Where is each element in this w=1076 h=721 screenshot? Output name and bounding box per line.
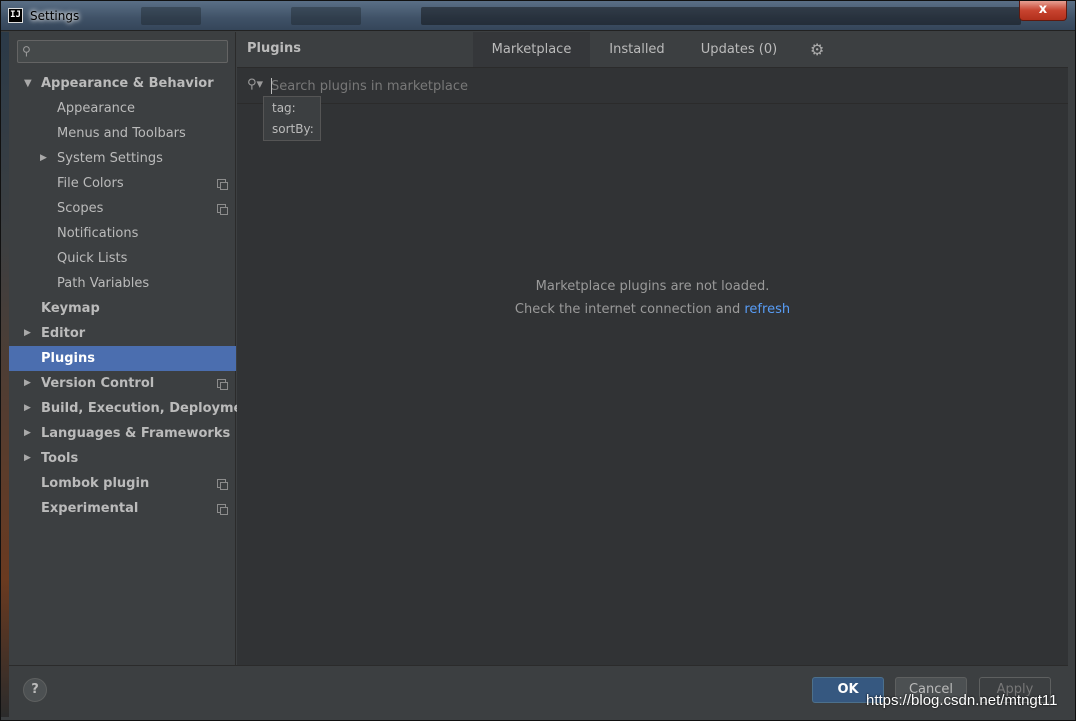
sidebar-item-file-colors[interactable]: File Colors — [9, 171, 236, 196]
not-loaded-message: Marketplace plugins are not loaded. — [535, 279, 770, 294]
project-scope-icon — [217, 204, 228, 215]
sidebar-item-editor[interactable]: ▶ Editor — [9, 321, 236, 346]
gear-icon[interactable]: ⚙ — [810, 40, 824, 59]
suggestion-tag[interactable]: tag: — [272, 101, 296, 115]
sidebar-item-experimental[interactable]: Experimental — [9, 496, 236, 521]
sidebar-item-tools[interactable]: ▶ Tools — [9, 446, 236, 471]
watermark-text: https://blog.csdn.net/mtngt11 — [866, 692, 1058, 709]
sidebar-item-notifications[interactable]: Notifications — [9, 221, 236, 246]
sidebar-item-label: File Colors — [57, 176, 124, 191]
sidebar-item-label: Experimental — [41, 501, 139, 516]
sidebar-item-quick-lists[interactable]: Quick Lists — [9, 246, 236, 271]
sidebar-item-label: Keymap — [41, 301, 100, 316]
sidebar-item-label: Quick Lists — [57, 251, 128, 266]
help-button[interactable]: ? — [23, 678, 47, 702]
sidebar-item-plugins[interactable]: Plugins — [9, 346, 236, 371]
chevron-right-icon[interactable]: ▶ — [40, 146, 47, 171]
project-scope-icon — [217, 504, 228, 515]
plugins-panel: Plugins Marketplace Installed Updates (0… — [237, 32, 1068, 665]
refresh-link[interactable]: refresh — [744, 302, 790, 317]
connection-message-text: Check the internet connection and — [514, 302, 745, 317]
chevron-right-icon[interactable]: ▶ — [24, 421, 31, 446]
sidebar-item-version-control[interactable]: ▶ Version Control — [9, 371, 236, 396]
sidebar-item-system-settings[interactable]: ▶ System Settings — [9, 146, 236, 171]
sidebar-item-label: Path Variables — [57, 276, 150, 291]
chevron-down-icon[interactable]: ▼ — [24, 71, 32, 96]
suggestion-sortby[interactable]: sortBy: — [272, 122, 314, 136]
page-title: Plugins — [247, 41, 301, 56]
sidebar-item-label: Appearance & Behavior — [41, 76, 214, 91]
window-edge — [1, 32, 9, 717]
window-title: Settings — [30, 9, 80, 23]
sidebar-item-appearance-behavior[interactable]: ▼ Appearance & Behavior — [9, 71, 236, 96]
tab-updates[interactable]: Updates (0) — [695, 32, 783, 67]
window-close-button[interactable]: x — [1019, 1, 1067, 21]
tab-marketplace[interactable]: Marketplace — [473, 32, 590, 67]
sidebar-item-lombok-plugin[interactable]: Lombok plugin — [9, 471, 236, 496]
sidebar-item-appearance[interactable]: Appearance — [9, 96, 236, 121]
chevron-right-icon[interactable]: ▶ — [24, 446, 31, 471]
background-decoration — [291, 7, 361, 25]
dialog-footer: ? OK Cancel Apply — [9, 665, 1068, 717]
sidebar-item-label: Editor — [41, 326, 86, 341]
sidebar-item-label: Scopes — [57, 201, 104, 216]
search-icon: ⚲ — [22, 44, 31, 58]
title-bar[interactable]: IJ Settings x — [1, 1, 1075, 31]
intellij-app-icon: IJ — [8, 8, 23, 23]
settings-sidebar: ⚲ ▼ Appearance & Behavior Appearance Menus … — [9, 32, 258, 665]
project-scope-icon — [217, 379, 228, 390]
sidebar-item-build-execution-deployment[interactable]: ▶ Build, Execution, Deployment — [9, 396, 258, 421]
settings-search-input[interactable]: ⚲ — [17, 40, 228, 63]
plugins-header: Plugins Marketplace Installed Updates (0… — [237, 32, 1068, 68]
sidebar-item-label: Build, Execution, Deployment — [41, 401, 258, 416]
background-decoration — [421, 7, 1021, 25]
sidebar-item-label: Languages & Frameworks — [41, 426, 231, 441]
sidebar-item-languages-frameworks[interactable]: ▶ Languages & Frameworks — [9, 421, 236, 446]
settings-window: IJ Settings x ⚲ ▼ Appearance & Behavior Ap… — [0, 0, 1076, 721]
project-scope-icon — [217, 479, 228, 490]
sidebar-item-label: Notifications — [57, 226, 139, 241]
sidebar-item-label: Menus and Toolbars — [57, 126, 186, 141]
connection-message: Check the internet connection and refres… — [237, 302, 1068, 317]
background-decoration — [141, 7, 201, 25]
plugin-search-bar: ⚲▾ — [237, 69, 1068, 104]
chevron-right-icon[interactable]: ▶ — [24, 321, 31, 346]
sidebar-item-label: Version Control — [41, 376, 155, 391]
text-caret — [271, 78, 272, 94]
sidebar-item-label: Appearance — [57, 101, 136, 116]
sidebar-item-label: System Settings — [57, 151, 163, 166]
sidebar-item-menus-and-toolbars[interactable]: Menus and Toolbars — [9, 121, 236, 146]
sidebar-item-scopes[interactable]: Scopes — [9, 196, 236, 221]
sidebar-item-label: Lombok plugin — [41, 476, 150, 491]
chevron-right-icon[interactable]: ▶ — [24, 371, 31, 396]
search-suggestions-popup: tag: sortBy: — [263, 96, 321, 141]
tab-installed[interactable]: Installed — [597, 32, 677, 67]
search-icon[interactable]: ⚲▾ — [247, 77, 263, 92]
chevron-right-icon[interactable]: ▶ — [24, 396, 31, 421]
sidebar-item-keymap[interactable]: Keymap — [9, 296, 236, 321]
sidebar-item-label: Plugins — [41, 351, 95, 366]
sidebar-item-path-variables[interactable]: Path Variables — [9, 271, 236, 296]
plugin-search-input[interactable] — [271, 76, 1051, 96]
project-scope-icon — [217, 179, 228, 190]
sidebar-item-label: Tools — [41, 451, 79, 466]
